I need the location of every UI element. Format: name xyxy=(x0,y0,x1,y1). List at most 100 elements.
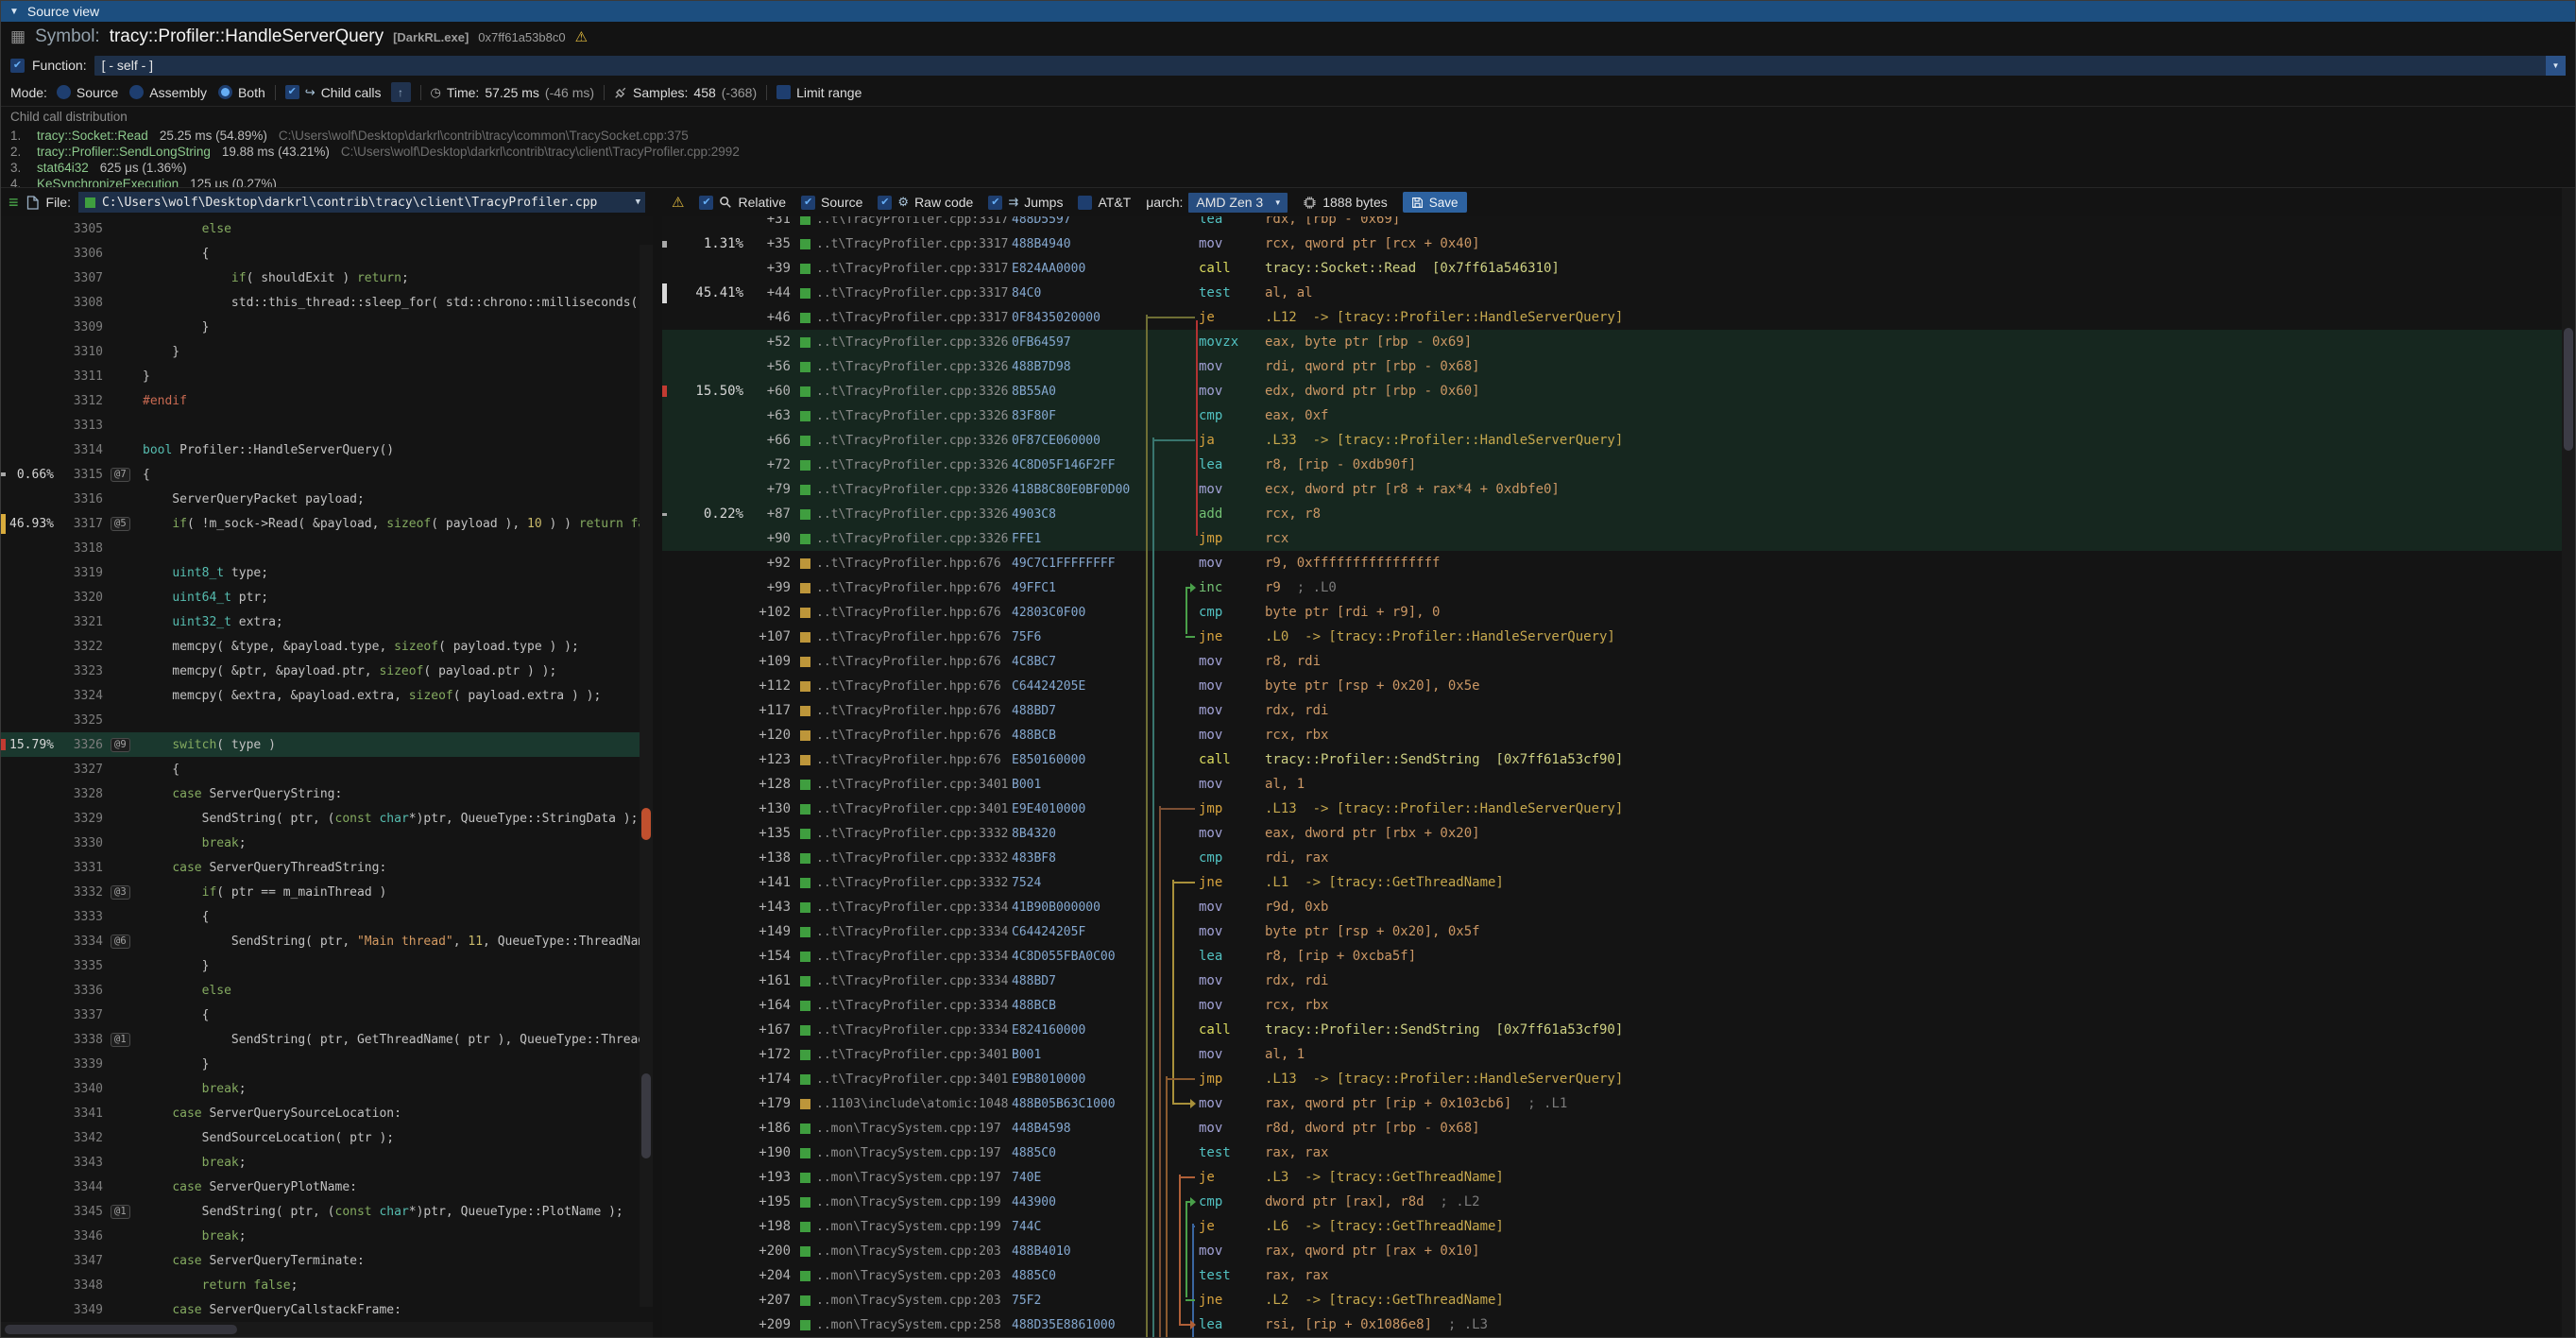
source-line[interactable]: 3341 case ServerQuerySourceLocation: xyxy=(1,1101,653,1125)
symbol-warning-icon[interactable]: ⚠ xyxy=(575,28,588,45)
limit-range-toggle[interactable]: Limit range xyxy=(776,85,862,100)
scrollbar-grab[interactable] xyxy=(5,1325,237,1334)
source-line[interactable]: 3316 ServerQueryPacket payload; xyxy=(1,487,653,511)
asm-instruction-row[interactable]: +109..t\TracyProfiler.hpp:6764C8BC7movr8… xyxy=(662,649,2562,674)
source-toggle[interactable]: ✔ Source xyxy=(801,195,862,210)
source-line[interactable]: 3338@1 SendString( ptr, GetThreadName( p… xyxy=(1,1027,653,1052)
asm-instruction-row[interactable]: +174..t\TracyProfiler.cpp:3401E9B8010000… xyxy=(662,1067,2562,1091)
mode-option-assembly[interactable]: Assembly xyxy=(129,85,207,100)
source-line[interactable]: 3311} xyxy=(1,364,653,388)
source-line[interactable]: 3334@6 SendString( ptr, "Main thread", 1… xyxy=(1,929,653,953)
asm-instruction-row[interactable]: +107..t\TracyProfiler.hpp:67675F6jne.L0 … xyxy=(662,625,2562,649)
asm-instruction-row[interactable]: 15.50%+60..t\TracyProfiler.cpp:33268B55A… xyxy=(662,379,2562,403)
source-line[interactable]: 3308 std::this_thread::sleep_for( std::c… xyxy=(1,290,653,315)
mode-option-source[interactable]: Source xyxy=(57,85,118,100)
save-button[interactable]: Save xyxy=(1403,192,1467,213)
chevron-down-icon[interactable]: ▼ xyxy=(1268,193,1288,213)
source-line[interactable]: 3318 xyxy=(1,536,653,560)
asm-instruction-row[interactable]: +198..mon\TracySystem.cpp:199744Cje.L6 -… xyxy=(662,1214,2562,1239)
asm-instruction-row[interactable]: +99..t\TracyProfiler.hpp:67649FFC1incr9 … xyxy=(662,575,2562,600)
source-line[interactable]: 3331 case ServerQueryThreadString: xyxy=(1,855,653,880)
source-line[interactable]: 3346 break; xyxy=(1,1224,653,1248)
jumps-toggle[interactable]: ✔ ⇉ Jumps xyxy=(988,195,1063,210)
scrollbar-grab[interactable] xyxy=(2564,328,2573,451)
raw-code-checkbox[interactable]: ✔ xyxy=(878,196,892,210)
propagate-up-button[interactable]: ↑ xyxy=(391,82,411,102)
source-line[interactable]: 3320 uint64_t ptr; xyxy=(1,585,653,609)
asm-instruction-row[interactable]: +117..t\TracyProfiler.hpp:676488BD7movrd… xyxy=(662,698,2562,723)
asm-instruction-row[interactable]: +143..t\TracyProfiler.cpp:333441B90B0000… xyxy=(662,895,2562,919)
source-line[interactable]: 3344 case ServerQueryPlotName: xyxy=(1,1175,653,1199)
asm-instruction-row[interactable]: +200..mon\TracySystem.cpp:203488B4010mov… xyxy=(662,1239,2562,1263)
child-calls-toggle[interactable]: ✔ ↪ Child calls xyxy=(285,85,382,100)
limit-range-checkbox[interactable] xyxy=(776,85,791,99)
asm-instruction-row[interactable]: +204..mon\TracySystem.cpp:2034885C0testr… xyxy=(662,1263,2562,1288)
source-line[interactable]: 46.93%3317@5 if( !m_sock->Read( &payload… xyxy=(1,511,653,536)
asm-instruction-row[interactable]: +66..t\TracyProfiler.cpp:33260F87CE06000… xyxy=(662,428,2562,453)
asm-instruction-row[interactable]: +161..t\TracyProfiler.cpp:3334488BD7movr… xyxy=(662,969,2562,993)
source-line[interactable]: 3309 } xyxy=(1,315,653,339)
asm-instruction-row[interactable]: +135..t\TracyProfiler.cpp:33328B4320move… xyxy=(662,821,2562,846)
asm-instruction-row[interactable]: +31..t\TracyProfiler.cpp:3317488D5597lea… xyxy=(662,216,2562,232)
asm-instruction-row[interactable]: +63..t\TracyProfiler.cpp:332683F80Fcmpea… xyxy=(662,403,2562,428)
asm-instruction-row[interactable]: +39..t\TracyProfiler.cpp:3317E824AA0000c… xyxy=(662,256,2562,281)
source-line[interactable]: 3343 break; xyxy=(1,1150,653,1175)
asm-instruction-row[interactable]: +72..t\TracyProfiler.cpp:33264C8D05F146F… xyxy=(662,453,2562,477)
source-line[interactable]: 3342 SendSourceLocation( ptr ); xyxy=(1,1125,653,1150)
asm-instruction-row[interactable]: +52..t\TracyProfiler.cpp:33260FB64597mov… xyxy=(662,330,2562,354)
source-line[interactable]: 3312#endif xyxy=(1,388,653,413)
asm-instruction-row[interactable]: +128..t\TracyProfiler.cpp:3401B001moval,… xyxy=(662,772,2562,797)
source-horizontal-scrollbar[interactable] xyxy=(1,1322,653,1337)
asm-instruction-row[interactable]: 45.41%+44..t\TracyProfiler.cpp:331784C0t… xyxy=(662,281,2562,305)
source-line[interactable]: 3333 { xyxy=(1,904,653,929)
asm-instruction-row[interactable]: +190..mon\TracySystem.cpp:1974885C0testr… xyxy=(662,1141,2562,1165)
function-select[interactable]: [ - self - ] ▼ xyxy=(94,56,2566,76)
source-line[interactable]: 0.66%3315@7{ xyxy=(1,462,653,487)
child-call-row[interactable]: 4.KeSynchronizeExecution125 μs (0.27%) xyxy=(10,176,2566,188)
asm-instruction-row[interactable]: 1.31%+35..t\TracyProfiler.cpp:3317488B49… xyxy=(662,232,2562,256)
titlebar[interactable]: ▼ Source view xyxy=(1,1,2575,22)
source-line[interactable]: 3310 } xyxy=(1,339,653,364)
mode-option-both[interactable]: Both xyxy=(218,85,265,100)
source-line[interactable]: 3340 break; xyxy=(1,1076,653,1101)
asm-instruction-row[interactable]: +138..t\TracyProfiler.cpp:3332483BF8cmpr… xyxy=(662,846,2562,870)
source-line[interactable]: 3314bool Profiler::HandleServerQuery() xyxy=(1,437,653,462)
asm-instruction-row[interactable]: +120..t\TracyProfiler.hpp:676488BCBmovrc… xyxy=(662,723,2562,747)
asm-instruction-row[interactable]: +193..mon\TracySystem.cpp:197740Eje.L3 -… xyxy=(662,1165,2562,1190)
source-line[interactable]: 3321 uint32_t extra; xyxy=(1,609,653,634)
asm-instruction-row[interactable]: +79..t\TracyProfiler.cpp:3326418B8C80E0B… xyxy=(662,477,2562,502)
asm-instruction-row[interactable]: +56..t\TracyProfiler.cpp:3326488B7D98mov… xyxy=(662,354,2562,379)
scrollbar-grab[interactable] xyxy=(641,1073,651,1158)
source-line[interactable]: 3313 xyxy=(1,413,653,437)
asm-instruction-row[interactable]: +172..t\TracyProfiler.cpp:3401B001moval,… xyxy=(662,1042,2562,1067)
source-line[interactable]: 3322 memcpy( &type, &payload.type, sizeo… xyxy=(1,634,653,659)
source-code-view[interactable]: 3305 else3306 {3307 if( shouldExit ) ret… xyxy=(1,216,653,1322)
child-call-row[interactable]: 2.tracy::Profiler::SendLongString19.88 m… xyxy=(10,144,2566,160)
source-line[interactable]: 3305 else xyxy=(1,216,653,241)
assembly-view[interactable]: +31..t\TracyProfiler.cpp:3317488D5597lea… xyxy=(662,216,2562,1337)
source-vertical-scrollbar[interactable] xyxy=(640,245,653,1307)
asm-instruction-row[interactable]: +195..mon\TracySystem.cpp:199443900cmpdw… xyxy=(662,1190,2562,1214)
source-line[interactable]: 3345@1 SendString( ptr, (const char*)ptr… xyxy=(1,1199,653,1224)
source-line[interactable]: 3323 memcpy( &ptr, &payload.ptr, sizeof(… xyxy=(1,659,653,683)
source-line[interactable]: 3306 { xyxy=(1,241,653,266)
asm-instruction-row[interactable]: +130..t\TracyProfiler.cpp:3401E9E4010000… xyxy=(662,797,2562,821)
asm-instruction-row[interactable]: +141..t\TracyProfiler.cpp:33327524jne.L1… xyxy=(662,870,2562,895)
att-toggle[interactable]: AT&T xyxy=(1078,195,1131,210)
asm-instruction-row[interactable]: +164..t\TracyProfiler.cpp:3334488BCBmovr… xyxy=(662,993,2562,1018)
file-list-icon[interactable]: ≡ xyxy=(9,193,19,213)
uarch-select[interactable]: AMD Zen 3 ▼ xyxy=(1188,193,1288,213)
chevron-down-icon[interactable]: ▼ xyxy=(2546,56,2566,76)
asm-instruction-row[interactable]: +209..mon\TracySystem.cpp:258488D35E8861… xyxy=(662,1312,2562,1337)
source-line[interactable]: 15.79%3326@9 switch( type ) xyxy=(1,732,653,757)
child-call-row[interactable]: 1.tracy::Socket::Read25.25 ms (54.89%)C:… xyxy=(10,128,2566,144)
jumps-checkbox[interactable]: ✔ xyxy=(988,196,1002,210)
asm-instruction-row[interactable]: +102..t\TracyProfiler.hpp:67642803C0F00c… xyxy=(662,600,2562,625)
asm-instruction-row[interactable]: +112..t\TracyProfiler.hpp:676C64424205Em… xyxy=(662,674,2562,698)
source-line[interactable]: 3336 else xyxy=(1,978,653,1003)
window-vertical-scrollbar[interactable] xyxy=(2562,188,2575,1337)
asm-instruction-row[interactable]: +207..mon\TracySystem.cpp:20375F2jne.L2 … xyxy=(662,1288,2562,1312)
source-line[interactable]: 3347 case ServerQueryTerminate: xyxy=(1,1248,653,1273)
source-line[interactable]: 3330 break; xyxy=(1,831,653,855)
asm-instruction-row[interactable]: 0.22%+87..t\TracyProfiler.cpp:33264903C8… xyxy=(662,502,2562,526)
